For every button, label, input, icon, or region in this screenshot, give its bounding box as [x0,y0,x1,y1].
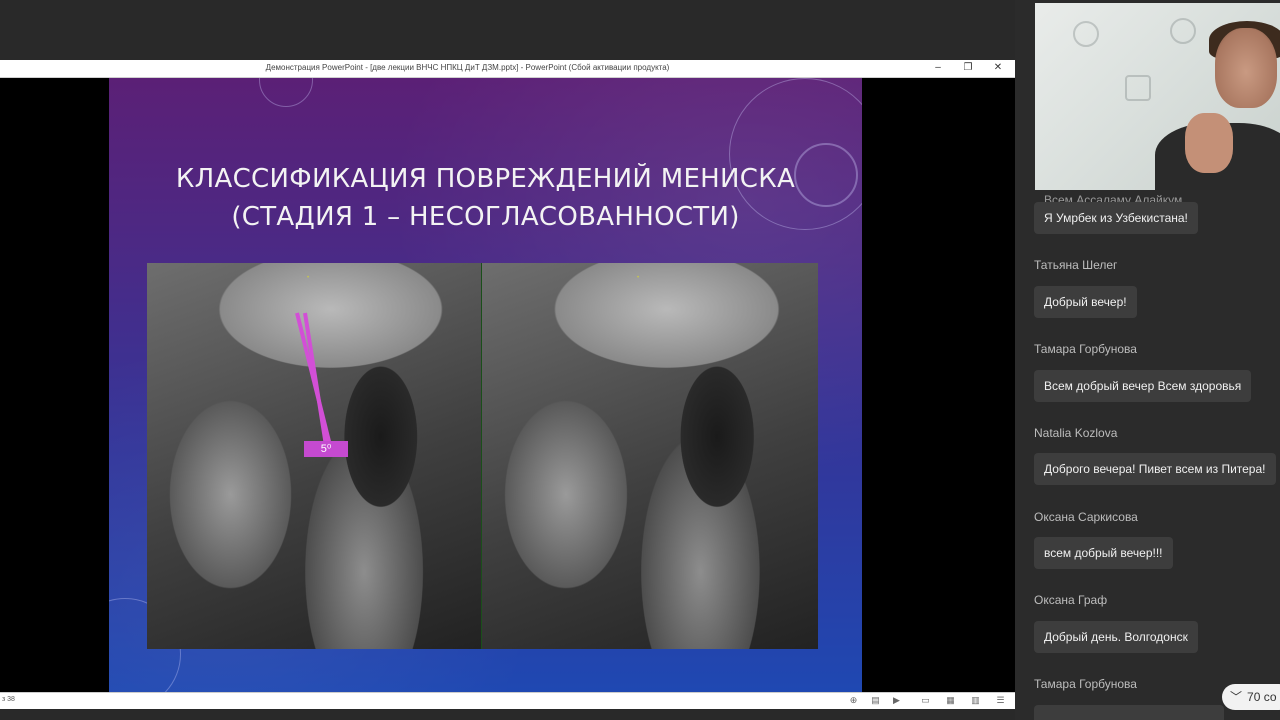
chat-panel: Всем Ассаламу Алайкум Я Умрбек из Узбеки… [1034,190,1280,720]
presenter-hand [1185,113,1233,173]
decorative-ring [259,78,313,107]
new-messages-label: 70 со [1247,690,1277,704]
slide-title: КЛАССИФИКАЦИЯ ПОВРЕЖДЕНИЙ МЕНИСКА (СТАДИ… [109,160,862,236]
restore-button[interactable]: ❐ [961,61,975,75]
presenter-head [1215,28,1277,108]
chat-message: Доброго вечера! Пивет всем из Питера! [1034,453,1276,485]
new-messages-button[interactable]: ﹀ 70 со [1222,684,1280,710]
chat-author: Оксана Граф [1034,593,1108,607]
accessibility-icon[interactable]: ⊕ [848,695,859,706]
chat-message: Добрый день. Волгодонск [1034,621,1198,653]
presenter-webcam-video [1035,3,1280,190]
chat-message: Всем добрый вечер Всем здоровья [1034,370,1252,402]
chat-message: всем добрый вечер!!! [1034,537,1173,569]
powerpoint-titlebar: Демонстрация PowerPoint - [две лекции ВН… [0,60,1015,78]
chat-author: Natalia Kozlova [1034,426,1118,440]
mri-overlay-tag: • [637,275,640,281]
slideshow-statusbar: з 38 ⊕ ▤ ▶ ▭ ▦ ▥ ☰ [0,692,1015,709]
presenter-view-icon[interactable]: ☰ [995,695,1006,706]
slide-counter: з 38 [2,696,15,703]
chat-author: Тамара Горбунова [1034,342,1137,356]
background-icon [1125,75,1151,101]
chat-author: Оксана Саркисова [1034,510,1138,524]
chat-author: Татьяна Шелег [1034,258,1118,272]
slide-sorter-icon[interactable]: ▦ [945,695,956,706]
image-divider [481,263,482,649]
mri-image-right: • [482,263,818,649]
normal-view-icon[interactable]: ▭ [920,695,931,706]
notes-icon[interactable]: ▤ [870,695,881,706]
slideshow-canvas: КЛАССИФИКАЦИЯ ПОВРЕЖДЕНИЙ МЕНИСКА (СТАДИ… [0,78,1015,692]
slide-title-line1: КЛАССИФИКАЦИЯ ПОВРЕЖДЕНИЙ МЕНИСКА [175,164,796,194]
mri-overlay-tag: • [307,275,310,281]
window-title: Демонстрация PowerPoint - [две лекции ВН… [265,63,670,72]
chat-message: Я Умрбек из Узбекистана! [1034,202,1198,234]
mri-image-left: • 5⁰ [147,263,481,649]
close-button[interactable]: ✕ [991,61,1005,75]
reading-view-icon[interactable]: ▥ [970,695,981,706]
chat-author: Тамара Горбунова [1034,677,1137,691]
background-icon [1073,21,1099,47]
minimize-button[interactable]: – [931,61,945,75]
play-icon[interactable]: ▶ [891,695,902,706]
screen-share-area: Демонстрация PowerPoint - [две лекции ВН… [0,0,1015,720]
measurement-line [303,312,329,447]
slide-title-line2: (СТАДИЯ 1 – НЕСОГЛАСОВАННОСТИ) [231,202,740,232]
chevron-down-icon: ﹀ [1230,690,1243,704]
angle-measurement-label: 5⁰ [304,441,348,457]
chat-message [1034,705,1224,720]
background-icon [1170,18,1196,44]
slide: КЛАССИФИКАЦИЯ ПОВРЕЖДЕНИЙ МЕНИСКА (СТАДИ… [109,78,862,692]
chat-message: Добрый вечер! [1034,286,1137,318]
